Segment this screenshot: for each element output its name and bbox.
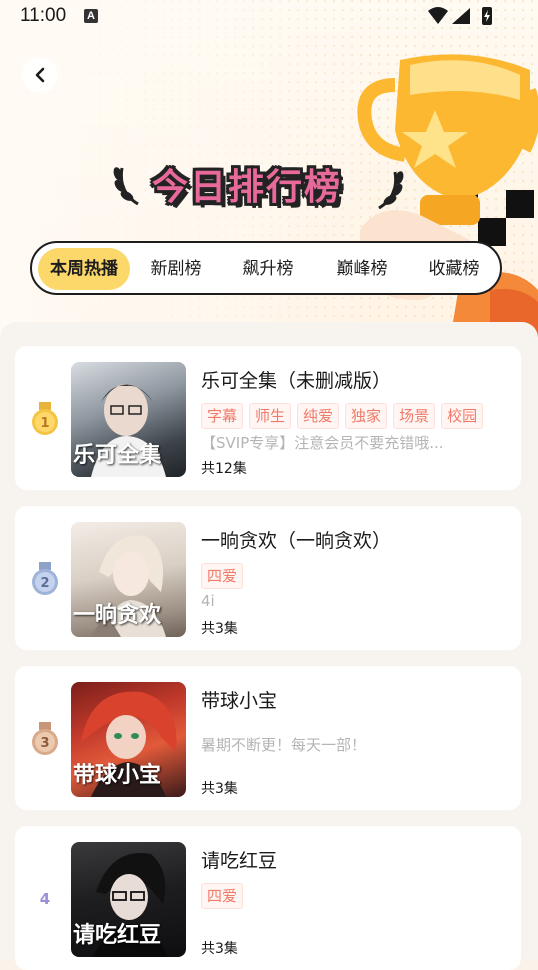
status-icons	[428, 7, 492, 25]
tab-weekly-hot[interactable]: 本周热播	[38, 248, 130, 290]
tag[interactable]: 独家	[345, 403, 388, 429]
page-title: 今日排行榜	[152, 167, 343, 208]
episode-count: 共12集	[201, 461, 247, 477]
header-banner: 11:00 A 今日排行榜 本周热播 新剧榜 飙升榜 巅峰榜 收藏榜	[0, 0, 538, 340]
list-item[interactable]: 2 一晌贪欢 一晌贪欢（一晌贪欢） 四爱 4i 共3集	[15, 506, 521, 650]
drama-description: 暑期不断更！每天一部！	[201, 736, 367, 754]
drama-cover[interactable]: 请吃红豆	[71, 842, 186, 957]
tag-list: 字幕 师生 纯爱 独家 场景 校园	[201, 403, 511, 429]
tag[interactable]: 四爱	[201, 563, 244, 589]
drama-title[interactable]: 带球小宝	[201, 686, 277, 713]
status-time: 11:00	[20, 5, 67, 26]
status-bar: 11:00 A	[0, 0, 538, 32]
drama-cover[interactable]: 一晌贪欢	[71, 522, 186, 637]
tag[interactable]: 字幕	[201, 403, 244, 429]
drama-cover[interactable]: 带球小宝	[71, 682, 186, 797]
drama-cover[interactable]: 乐可全集	[71, 362, 186, 477]
list-item[interactable]: 3 带球小宝 带球小宝 暑期不断更！每天一部！ 共3集	[15, 666, 521, 810]
drama-description: 【SVIP专享】注意会员不要充错哦...	[201, 434, 444, 452]
signal-icon	[452, 8, 470, 24]
tag[interactable]: 校园	[441, 403, 484, 429]
tag[interactable]: 纯爱	[297, 403, 340, 429]
tag-list: 四爱	[201, 883, 511, 909]
episode-count: 共3集	[201, 621, 238, 637]
ranking-tabs: 本周热播 新剧榜 飙升榜 巅峰榜 收藏榜	[30, 241, 502, 295]
wifi-icon	[428, 7, 448, 24]
silver-medal-icon: 2	[32, 562, 58, 595]
cover-title-text: 带球小宝	[73, 763, 162, 788]
drama-title[interactable]: 请吃红豆	[201, 846, 277, 873]
ranking-list: 1 乐可全集 乐可全集（未删减版） 字幕 师生 纯爱 独家 场景 校园 【SVIP专享】注…	[0, 322, 538, 970]
cover-title-text: 乐可全集	[73, 443, 162, 468]
episode-count: 共3集	[201, 941, 238, 957]
tab-new-drama[interactable]: 新剧榜	[134, 248, 218, 290]
tab-peak[interactable]: 巅峰榜	[320, 248, 404, 290]
laurel-right-icon	[378, 171, 404, 210]
cover-title-text: 一晌贪欢	[73, 603, 162, 628]
episode-count: 共3集	[201, 781, 238, 797]
cover-title-text: 请吃红豆	[73, 923, 162, 948]
list-item[interactable]: 1 乐可全集 乐可全集（未删减版） 字幕 师生 纯爱 独家 场景 校园 【SVIP专享】注…	[15, 346, 521, 490]
page-title-banner: 今日排行榜	[110, 152, 410, 214]
list-item[interactable]: 4 请吃红豆 请吃红豆 四爱 共3集	[15, 826, 521, 970]
drama-title[interactable]: 一晌贪欢（一晌贪欢）	[201, 526, 391, 553]
svg-text:1: 1	[40, 416, 49, 431]
svg-text:2: 2	[40, 576, 49, 591]
status-notification-icon: A	[84, 9, 98, 23]
chevron-left-icon	[35, 67, 45, 83]
rank-number: 4	[39, 890, 51, 908]
drama-description: 4i	[201, 592, 215, 610]
tag-list: 四爱	[201, 563, 511, 589]
laurel-left-icon	[113, 167, 139, 206]
tag[interactable]: 四爱	[201, 883, 244, 909]
svg-text:3: 3	[40, 736, 49, 751]
tab-rising[interactable]: 飙升榜	[226, 248, 310, 290]
back-button[interactable]	[22, 57, 58, 93]
gold-medal-icon: 1	[32, 402, 58, 435]
bronze-medal-icon: 3	[32, 722, 58, 755]
tag[interactable]: 师生	[249, 403, 292, 429]
tag[interactable]: 场景	[393, 403, 436, 429]
drama-title[interactable]: 乐可全集（未删减版）	[201, 366, 391, 393]
tab-favorites[interactable]: 收藏榜	[412, 248, 496, 290]
